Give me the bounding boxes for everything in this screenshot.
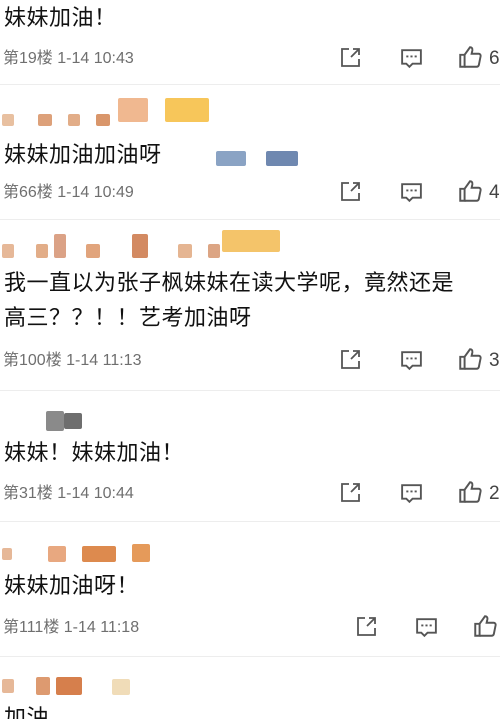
share-icon	[341, 182, 360, 201]
timestamp: 1-14 11:13	[66, 352, 142, 369]
comment-item: 我一直以为张子枫妹妹在读大学呢，竟然还是 高三？？！！艺考加油呀 第100楼 1…	[0, 220, 500, 390]
comment-icon	[401, 351, 422, 371]
comment-text: 我一直以为张子枫妹妹在读大学呢，竟然还是 高三？？！！艺考加油呀	[4, 271, 455, 331]
share-button[interactable]	[338, 348, 362, 376]
timestamp: 1-14 11:18	[63, 619, 140, 636]
username-blurred	[0, 411, 100, 437]
like-count: 4	[489, 182, 500, 203]
comment-item: 妹妹加油！ 第19楼 1-14 10:43 6	[0, 0, 500, 82]
blurred-emoji	[266, 151, 298, 166]
floor-label: 第100楼	[3, 352, 62, 369]
reply-button[interactable]	[414, 615, 439, 643]
thumbs-up-icon	[459, 348, 482, 370]
like-button[interactable]	[472, 613, 498, 641]
like-count: 2	[489, 483, 500, 504]
reply-button[interactable]	[399, 481, 424, 509]
like-count: 6	[489, 48, 500, 69]
comment-icon	[401, 183, 422, 203]
thumbs-up-icon	[459, 481, 482, 503]
comment-item: 妹妹加油加油呀 第66楼 1-14 10:49 4	[0, 85, 500, 217]
comment-meta: 第19楼 1-14 10:43	[3, 49, 134, 69]
share-button[interactable]	[354, 615, 378, 643]
like-button[interactable]	[457, 346, 483, 374]
timestamp: 1-14 10:44	[57, 485, 134, 502]
share-icon	[357, 617, 376, 636]
comment-meta: 第66楼 1-14 10:49	[3, 183, 134, 203]
comment-meta: 第111楼 1-14 11:18	[3, 618, 139, 638]
reply-button[interactable]	[399, 46, 424, 74]
thumbs-up-icon	[459, 180, 482, 202]
thumbs-up-icon	[474, 615, 497, 637]
share-button[interactable]	[338, 481, 362, 509]
comment-text: 妹妹！妹妹加油！	[4, 441, 185, 466]
share-icon	[341, 350, 360, 369]
comment-text: 妹妹加油加油呀	[4, 143, 162, 168]
share-button[interactable]	[338, 180, 362, 208]
share-button[interactable]	[338, 46, 362, 74]
like-button[interactable]	[457, 479, 483, 507]
comment-icon	[401, 484, 422, 504]
comment-item: 妹妹！妹妹加油！ 第31楼 1-14 10:44 2	[0, 391, 500, 519]
comment-text: 妹妹加油呀！	[4, 574, 140, 599]
share-icon	[341, 48, 360, 67]
like-button[interactable]	[457, 44, 483, 72]
like-count: 3	[489, 350, 500, 371]
comment-text: 加油	[4, 706, 50, 719]
comment-item: 妹妹加油呀！ 第111楼 1-14 11:18	[0, 522, 500, 654]
comment-icon	[416, 618, 437, 638]
blurred-emoji	[216, 151, 246, 166]
floor-label: 第31楼	[3, 485, 53, 502]
like-button[interactable]	[457, 178, 483, 206]
comment-meta: 第31楼 1-14 10:44	[3, 484, 134, 504]
username-blurred	[0, 98, 220, 126]
username-blurred	[0, 230, 290, 258]
comment-item: 加油	[0, 657, 500, 719]
comment-meta: 第100楼 1-14 11:13	[3, 351, 141, 371]
reply-button[interactable]	[399, 348, 424, 376]
timestamp: 1-14 10:43	[57, 50, 134, 67]
thumbs-up-icon	[459, 46, 482, 68]
comment-icon	[401, 49, 422, 69]
floor-label: 第19楼	[3, 50, 53, 67]
comment-text: 妹妹加油！	[4, 6, 117, 31]
share-icon	[341, 483, 360, 502]
timestamp: 1-14 10:49	[57, 184, 134, 201]
reply-button[interactable]	[399, 180, 424, 208]
floor-label: 第111楼	[3, 619, 60, 636]
floor-label: 第66楼	[3, 184, 53, 201]
username-blurred	[0, 544, 160, 570]
username-blurred	[0, 677, 140, 703]
